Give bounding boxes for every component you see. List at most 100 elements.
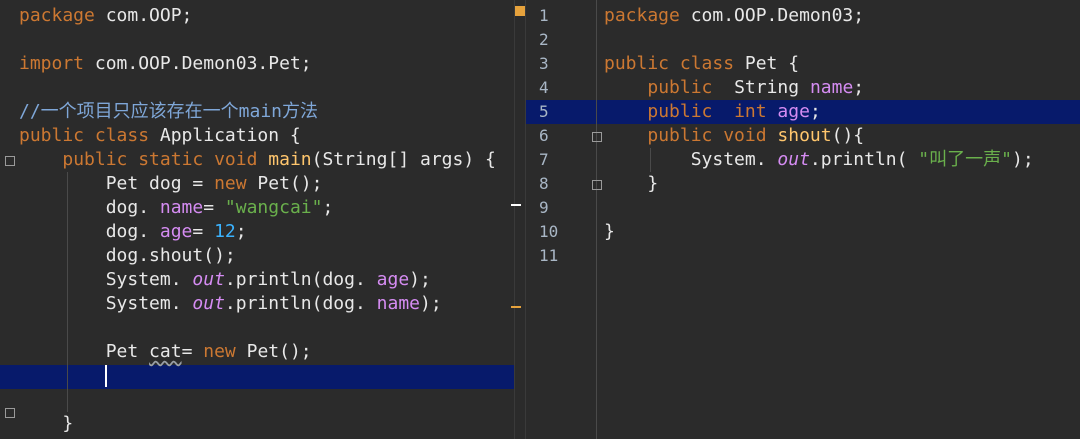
code-line[interactable]: }	[604, 172, 658, 196]
code-token: =	[203, 197, 225, 218]
left-editor-pane[interactable]: package com.OOP; import com.OOP.Demon03.P…	[0, 0, 514, 439]
line-number: 10	[539, 222, 559, 241]
fold-marker-icon[interactable]	[592, 132, 602, 142]
code-token: .println(dog.	[224, 269, 366, 290]
code-token: package	[604, 5, 680, 26]
code-token: Application {	[149, 125, 301, 146]
scroll-marker	[511, 306, 521, 308]
code-line[interactable]: public void shout(){	[604, 124, 864, 148]
code-line[interactable]: public class Application {	[19, 124, 301, 148]
code-token: ;	[809, 101, 821, 122]
indent-guide	[67, 172, 68, 412]
code-token: Pet();	[246, 173, 323, 194]
code-token: out	[766, 149, 810, 170]
line-number: 5	[539, 102, 549, 121]
line-number: 1	[539, 6, 549, 25]
code-token: }	[604, 173, 659, 194]
line-number-gutter: 1 2 3 4 5 6 7 8 9 10 11	[526, 0, 586, 439]
code-token: }	[604, 221, 615, 242]
code-token: public	[647, 77, 713, 98]
code-line[interactable]: dog.shout();	[19, 244, 236, 268]
code-token: public class	[19, 125, 150, 146]
fold-marker-icon[interactable]	[5, 156, 15, 166]
code-line[interactable]: System. out.println(dog. age);	[19, 268, 431, 292]
code-line[interactable]: package com.OOP;	[19, 4, 192, 28]
line-number: 3	[539, 54, 549, 73]
code-token: new	[203, 341, 236, 362]
code-token: new	[214, 173, 247, 194]
code-token: );	[1011, 149, 1034, 170]
code-token: age	[766, 101, 810, 122]
code-token: Pet	[19, 341, 150, 362]
right-editor-pane[interactable]: 1 2 3 4 5 6 7 8 9 10 11 package com.OOP.Demon03; pu…	[526, 0, 1080, 439]
code-token: Pet dog =	[19, 173, 215, 194]
code-line[interactable]: public String name;	[604, 76, 864, 100]
code-token: );	[409, 269, 431, 290]
code-line[interactable]: public int age;	[604, 100, 821, 124]
code-line[interactable]: System. out.println(dog. name);	[19, 292, 442, 316]
code-line[interactable]: package com.OOP.Demon03;	[604, 4, 864, 28]
code-token: =	[192, 221, 215, 242]
code-token: dog.shout();	[19, 245, 236, 266]
code-token: (String[] args) {	[311, 149, 496, 170]
line-number: 2	[539, 30, 549, 49]
code-token: System.	[19, 269, 182, 290]
code-token: public void	[647, 125, 767, 146]
code-token: out	[181, 293, 225, 314]
code-token: name	[365, 293, 420, 314]
code-line[interactable]: Pet cat= new Pet();	[19, 340, 312, 364]
code-token: ;	[322, 197, 345, 218]
code-token: public	[647, 101, 713, 122]
code-line[interactable]: }	[19, 412, 73, 436]
code-token: Pet {	[734, 53, 800, 74]
code-token: ;	[235, 221, 247, 242]
code-token: age	[149, 221, 193, 242]
code-token: "wangcai"	[224, 197, 323, 218]
code-line[interactable]: System. out.println( "叫了一声");	[604, 148, 1034, 172]
code-line[interactable]: }	[604, 220, 615, 244]
code-line[interactable]: dog. age= 12;	[19, 220, 247, 244]
code-token: System.	[604, 149, 767, 170]
code-line[interactable]: //一个项目只应该存在一个main方法	[19, 100, 318, 124]
scroll-thumb[interactable]	[515, 6, 525, 16]
code-line[interactable]: Pet dog = new Pet();	[19, 172, 323, 196]
code-token: public static void	[62, 149, 258, 170]
code-token: import	[19, 53, 85, 74]
line-number: 9	[539, 198, 549, 217]
code-token: cat	[149, 341, 182, 362]
code-token: 12	[214, 221, 236, 242]
code-token: shout	[766, 125, 832, 146]
code-token: int	[734, 101, 767, 122]
line-number: 8	[539, 174, 549, 193]
code-line[interactable]: import com.OOP.Demon03.Pet;	[19, 52, 312, 76]
code-token: package	[19, 5, 95, 26]
line-number: 6	[539, 126, 549, 145]
code-token: "叫了一声"	[907, 149, 1012, 170]
code-token: public class	[604, 53, 735, 74]
code-token: age	[365, 269, 410, 290]
fold-marker-icon[interactable]	[592, 180, 602, 190]
code-token: main	[257, 149, 312, 170]
line-number: 11	[539, 246, 559, 265]
code-token: String	[712, 77, 810, 98]
code-token: System.	[19, 293, 182, 314]
code-token: .println(dog.	[224, 293, 366, 314]
code-line[interactable]: public class Pet {	[604, 52, 799, 76]
code-token: =	[181, 341, 204, 362]
line-number: 4	[539, 78, 549, 97]
current-line-highlight	[0, 365, 514, 389]
code-token: //一个项目只应该存在一个main方法	[19, 101, 319, 122]
code-line[interactable]: public static void main(String[] args) {	[19, 148, 496, 172]
code-token: dog.	[19, 221, 150, 242]
editor-splitter-scrollbar[interactable]	[511, 0, 526, 439]
fold-marker-icon[interactable]	[5, 408, 15, 418]
code-token: Pet();	[235, 341, 312, 362]
code-token: name	[809, 77, 854, 98]
indent-guide	[650, 148, 651, 172]
code-token: com.OOP;	[94, 5, 193, 26]
